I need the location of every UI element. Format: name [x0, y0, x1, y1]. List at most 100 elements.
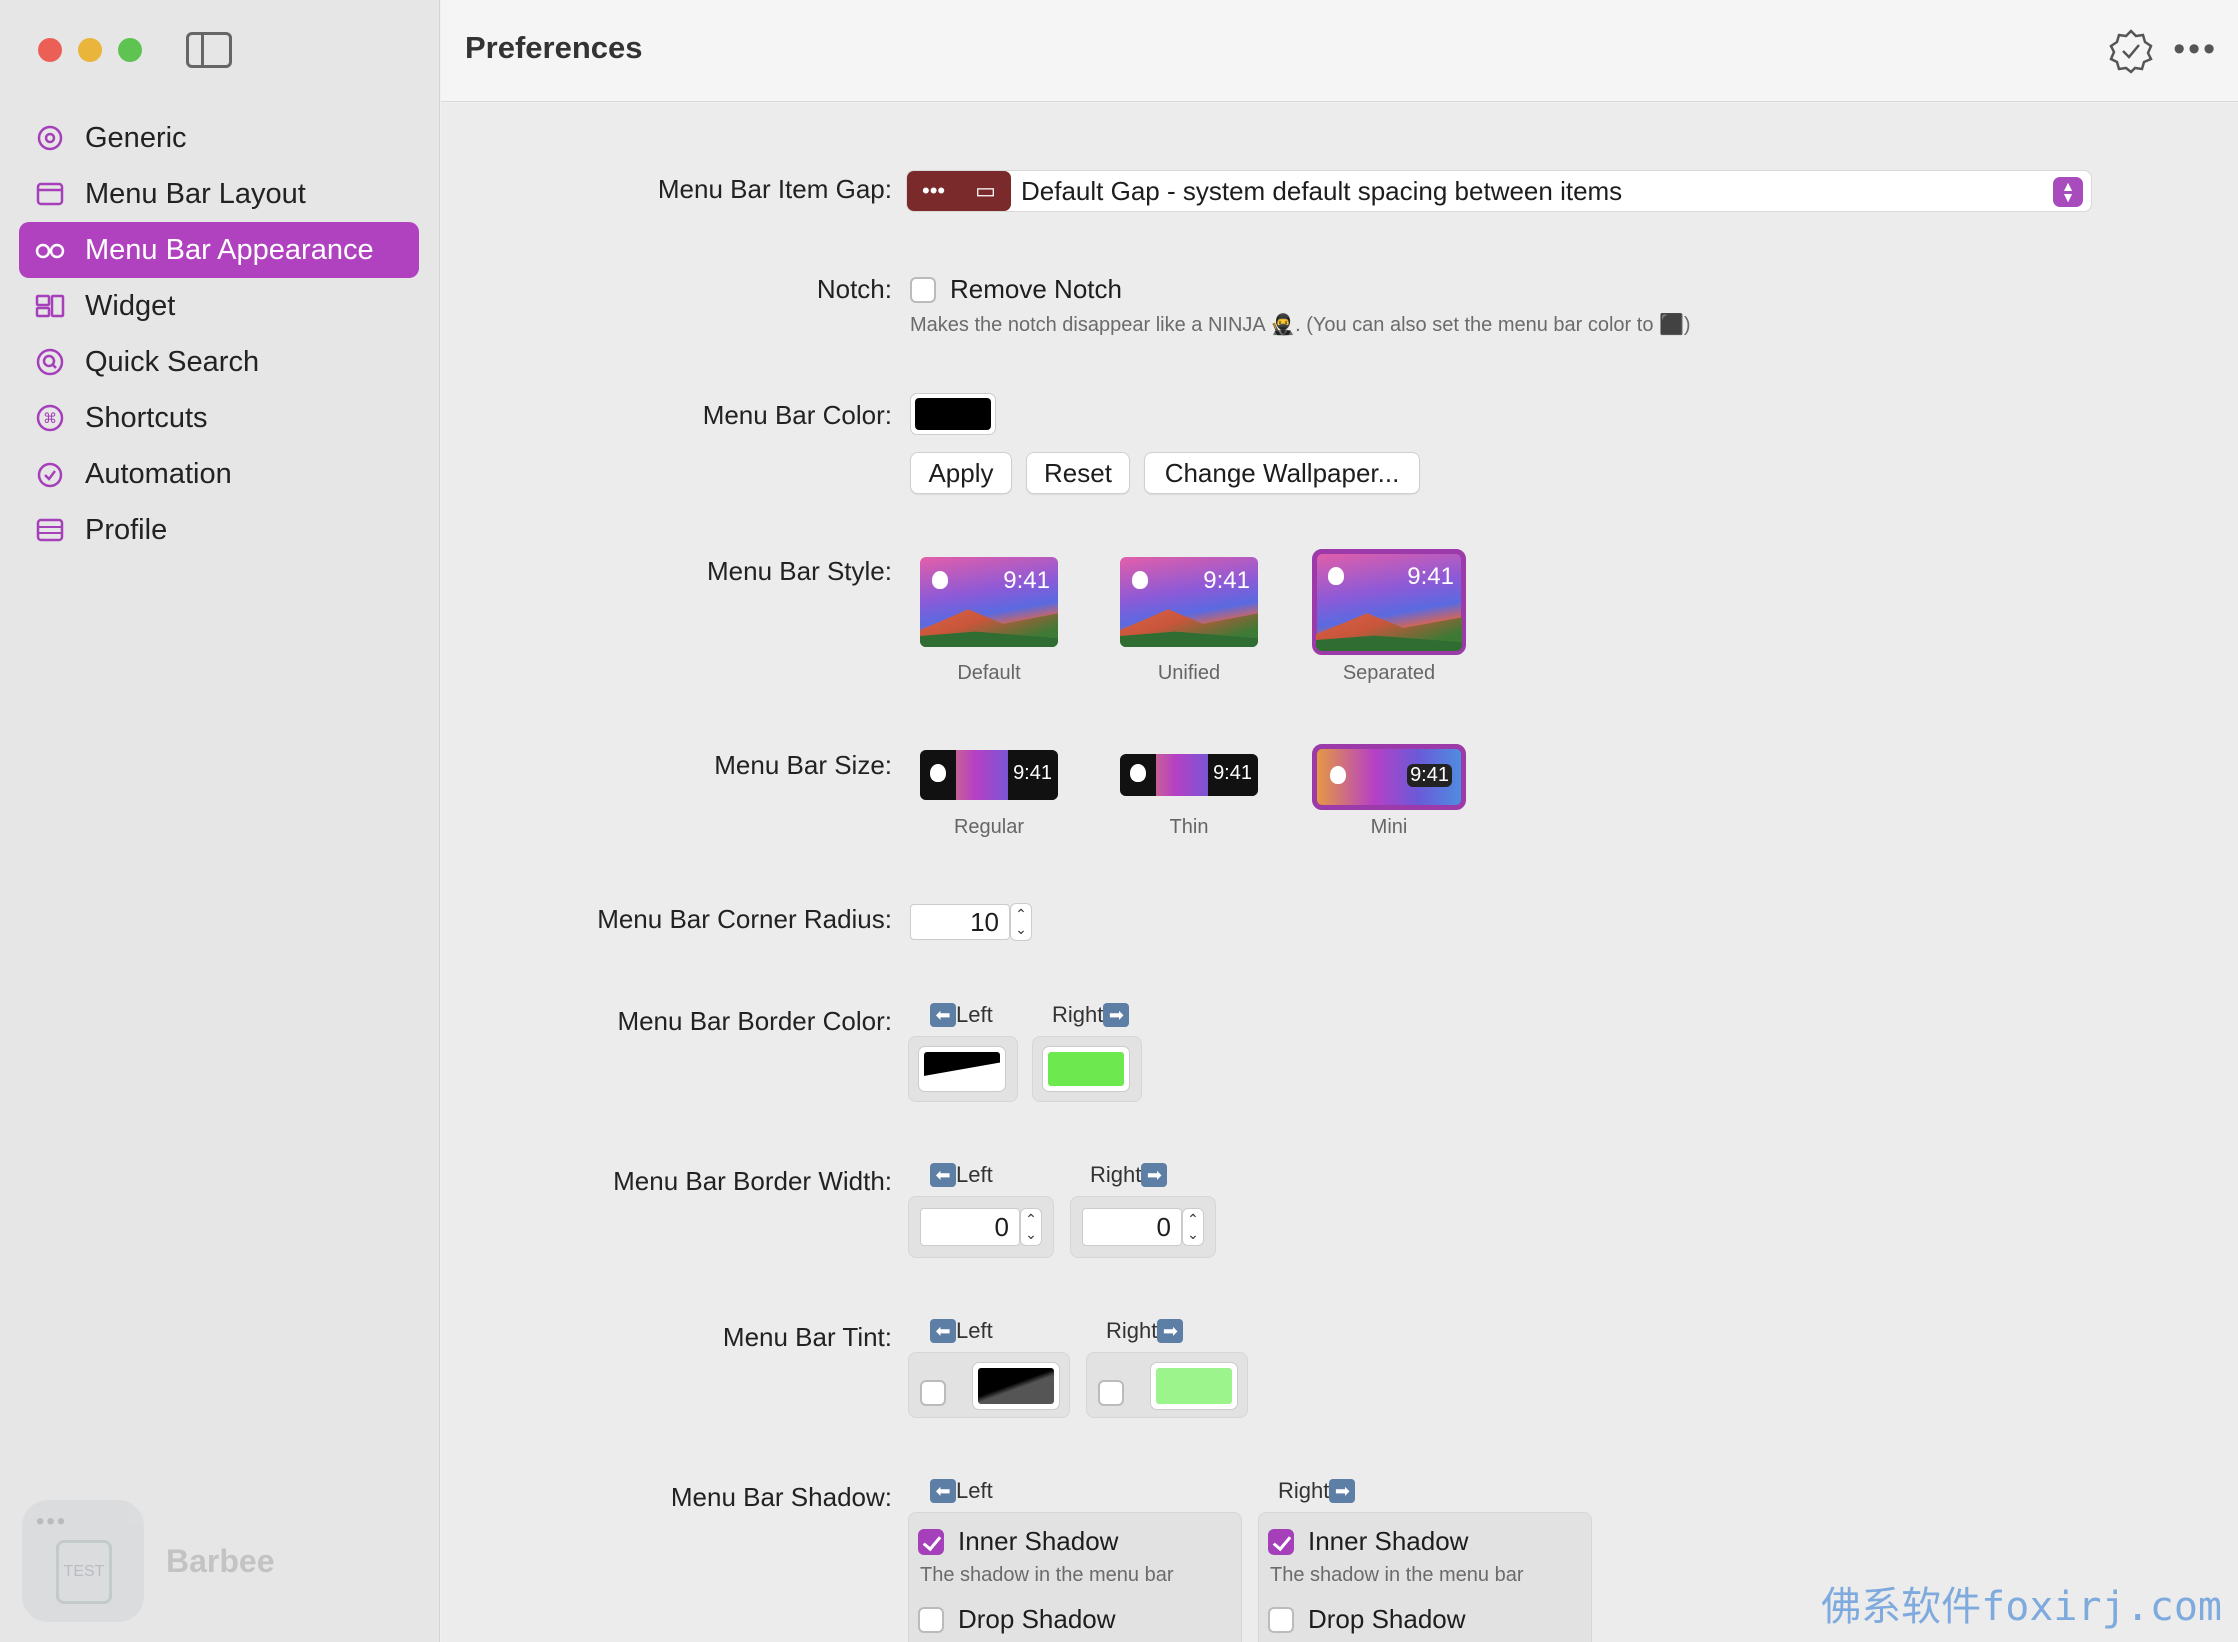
arrow-left-icon: ⬅: [930, 1163, 956, 1187]
remove-notch-check[interactable]: [910, 276, 936, 303]
app-brand: ••• TEST Barbee: [22, 1500, 275, 1622]
size-option-regular[interactable]: 9:41: [920, 750, 1058, 800]
remove-notch-checkbox[interactable]: Remove Notch: [910, 274, 1122, 305]
remove-notch-label: Remove Notch: [950, 274, 1122, 304]
drop-shadow-label: Drop Shadow: [1308, 1604, 1466, 1634]
shadow-label: Menu Bar Shadow:: [670, 1482, 892, 1512]
border-width-right-stepper[interactable]: ⌃ ⌄: [1182, 1208, 1204, 1246]
close-window-button[interactable]: [38, 38, 62, 62]
right-text: Right: [1090, 1162, 1142, 1187]
sidebar-item-label: Menu Bar Layout: [85, 177, 306, 210]
sidebar-item-menu-bar-appearance[interactable]: Menu Bar Appearance: [19, 222, 419, 278]
clock-text: 9:41: [1003, 567, 1050, 594]
border-width-right-label: Right ➡: [1090, 1162, 1168, 1188]
apply-button[interactable]: Apply: [910, 452, 1012, 494]
sidebar-item-automation[interactable]: Automation: [19, 446, 419, 502]
sidebar: Generic Menu Bar Layout Menu Bar Appeara…: [0, 0, 440, 1642]
sidebar-toggle-icon[interactable]: [186, 32, 232, 68]
menu-bar-style-label: Menu Bar Style:: [707, 556, 892, 586]
tint-left-checkbox[interactable]: [920, 1380, 946, 1406]
glasses-icon: [35, 235, 65, 265]
style-caption-unified: Unified: [1157, 662, 1221, 684]
sidebar-item-label: Generic: [85, 121, 187, 154]
border-width-left-label: ⬅ Left: [930, 1162, 993, 1188]
tint-right-swatch: [1156, 1368, 1232, 1404]
zoom-window-button[interactable]: [118, 38, 142, 62]
item-gap-label: Menu Bar Item Gap:: [657, 174, 892, 204]
left-inner-shadow-check[interactable]: [918, 1528, 944, 1555]
right-drop-shadow-check[interactable]: [1268, 1606, 1294, 1633]
chevron-up-down-icon: ▲ ▼: [2053, 177, 2083, 207]
border-width-left-stepper[interactable]: ⌃ ⌄: [1020, 1208, 1042, 1246]
border-color-left-swatch: [924, 1052, 1000, 1086]
left-drop-shadow-checkbox[interactable]: Drop Shadow: [918, 1604, 1116, 1635]
left-text: Left: [956, 1318, 993, 1343]
tint-right-well[interactable]: [1150, 1362, 1238, 1410]
apple-logo-icon: [1132, 571, 1148, 589]
toggle-icon: ▭: [975, 178, 996, 203]
more-options-icon[interactable]: •••: [2173, 30, 2218, 69]
right-drop-shadow-checkbox[interactable]: Drop Shadow: [1268, 1604, 1466, 1635]
corner-radius-field[interactable]: 10: [910, 904, 1010, 940]
style-option-separated[interactable]: 9:41: [1312, 549, 1466, 655]
sidebar-item-generic[interactable]: Generic: [19, 110, 419, 166]
left-drop-shadow-check[interactable]: [918, 1606, 944, 1633]
test-badge: TEST: [56, 1540, 112, 1604]
change-wallpaper-button[interactable]: Change Wallpaper...: [1144, 452, 1420, 494]
size-option-thin[interactable]: 9:41: [1120, 754, 1258, 796]
right-inner-shadow-checkbox[interactable]: Inner Shadow: [1268, 1526, 1468, 1557]
svg-text:⌘: ⌘: [43, 410, 57, 426]
sidebar-item-label: Profile: [85, 513, 168, 546]
size-option-mini[interactable]: 9:41: [1312, 744, 1466, 810]
border-color-right-well[interactable]: [1042, 1046, 1130, 1092]
left-text: Left: [956, 1002, 993, 1027]
minimize-window-button[interactable]: [78, 38, 102, 62]
border-color-left-well[interactable]: [918, 1046, 1006, 1092]
apple-logo-icon: [1130, 764, 1146, 782]
verified-badge-icon[interactable]: [2108, 28, 2154, 74]
window-icon: [35, 179, 65, 209]
sidebar-item-profile[interactable]: Profile: [19, 502, 419, 558]
drop-shadow-label: Drop Shadow: [958, 1604, 1116, 1634]
right-inner-shadow-check[interactable]: [1268, 1528, 1294, 1555]
border-width-right-field[interactable]: 0: [1082, 1208, 1182, 1246]
left-inner-shadow-hint: The shadow in the menu bar: [920, 1564, 1174, 1586]
widget-icon: [35, 291, 65, 321]
left-text: Left: [956, 1478, 993, 1503]
item-gap-select[interactable]: ••• ▭ Default Gap - system default spaci…: [906, 170, 2092, 212]
right-text: Right: [1278, 1478, 1330, 1503]
arrow-right-icon: ➡: [1329, 1479, 1356, 1503]
sidebar-item-menu-bar-layout[interactable]: Menu Bar Layout: [19, 166, 419, 222]
watermark: 佛系软件foxirj.com: [1821, 1584, 2222, 1630]
gear-icon: [35, 123, 65, 153]
shadow-right-label: Right ➡: [1278, 1478, 1356, 1504]
item-gap-value: Default Gap - system default spacing bet…: [1021, 175, 1623, 206]
clock-text: 9:41: [1013, 762, 1052, 784]
clock-text: 9:41: [1407, 764, 1452, 787]
left-text: Left: [956, 1162, 993, 1187]
tint-right-checkbox[interactable]: [1098, 1380, 1124, 1406]
style-option-unified[interactable]: 9:41: [1120, 557, 1258, 647]
menu-bar-color-label: Menu Bar Color:: [702, 400, 892, 430]
left-inner-shadow-checkbox[interactable]: Inner Shadow: [918, 1526, 1118, 1557]
reset-button[interactable]: Reset: [1026, 452, 1130, 494]
tint-left-label: ⬅ Left: [930, 1318, 993, 1344]
corner-radius-stepper[interactable]: ⌃ ⌄: [1010, 903, 1032, 941]
inner-shadow-label: Inner Shadow: [1308, 1526, 1469, 1556]
border-width-left-field[interactable]: 0: [920, 1208, 1020, 1246]
inner-shadow-label: Inner Shadow: [958, 1526, 1119, 1556]
style-option-default[interactable]: 9:41: [920, 557, 1058, 647]
size-caption-regular: Regular: [953, 816, 1025, 838]
sidebar-item-quick-search[interactable]: Quick Search: [19, 334, 419, 390]
menu-bar-color-well[interactable]: [910, 393, 996, 435]
apple-logo-icon: [1328, 567, 1344, 585]
page-title: Preferences: [465, 30, 643, 65]
shadow-left-label: ⬅ Left: [930, 1478, 993, 1504]
app-name: Barbee: [166, 1542, 275, 1579]
sidebar-item-widget[interactable]: Widget: [19, 278, 419, 334]
sidebar-item-shortcuts[interactable]: ⌘ Shortcuts: [19, 390, 419, 446]
tint-left-well[interactable]: [972, 1362, 1060, 1410]
app-icon: ••• TEST: [22, 1500, 144, 1622]
menu-bar-color-swatch: [915, 398, 991, 430]
magnifier-icon: [35, 347, 65, 377]
